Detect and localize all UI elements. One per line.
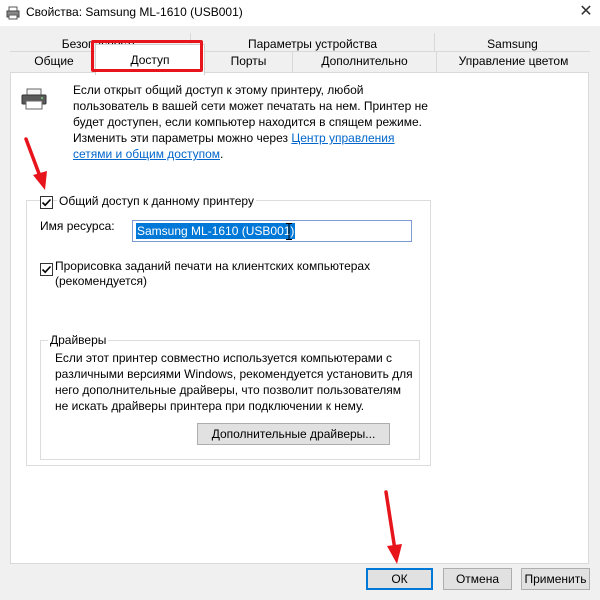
render-checkbox-label[interactable]: Прорисовка заданий печати на клиентских …	[55, 259, 415, 289]
resource-name-label: Имя ресурса:	[40, 219, 115, 233]
tab-ports[interactable]: Порты	[205, 52, 292, 70]
text-cursor-icon	[286, 223, 292, 240]
cancel-button[interactable]: Отмена	[443, 568, 512, 590]
additional-drivers-button[interactable]: Дополнительные драйверы...	[197, 423, 390, 445]
tab-separator	[434, 33, 435, 51]
drivers-group-title: Драйверы	[48, 333, 109, 347]
title-bar: Свойства: Samsung ML-1610 (USB001) ✕	[0, 0, 600, 26]
tab-sharing[interactable]: Доступ	[95, 44, 205, 75]
checkmark-icon	[41, 265, 52, 274]
printer-icon	[6, 6, 20, 20]
tab-color-management[interactable]: Управление цветом	[437, 52, 590, 70]
apply-button[interactable]: Применить	[521, 568, 590, 590]
share-checkbox[interactable]	[40, 196, 53, 209]
resource-name-value: Samsung ML-1610 (USB001)	[136, 223, 296, 239]
render-checkbox[interactable]	[40, 263, 53, 276]
printer-icon	[21, 88, 47, 110]
close-icon[interactable]: ✕	[572, 1, 600, 25]
share-checkbox-label[interactable]: Общий доступ к данному принтеру	[57, 194, 256, 208]
ok-button[interactable]: ОК	[366, 568, 433, 590]
tab-separator	[292, 52, 293, 72]
tab-separator	[436, 52, 437, 72]
info-text-end: .	[220, 147, 224, 161]
drivers-description: Если этот принтер совместно используется…	[55, 351, 413, 413]
tab-general[interactable]: Общие	[10, 52, 98, 70]
sharing-info-text: Если открыт общий доступ к этому принтер…	[73, 82, 433, 162]
resource-name-input[interactable]: Samsung ML-1610 (USB001)	[132, 220, 412, 242]
checkmark-icon	[41, 198, 52, 207]
tab-advanced[interactable]: Дополнительно	[292, 52, 437, 70]
window-title: Свойства: Samsung ML-1610 (USB001)	[26, 5, 243, 19]
